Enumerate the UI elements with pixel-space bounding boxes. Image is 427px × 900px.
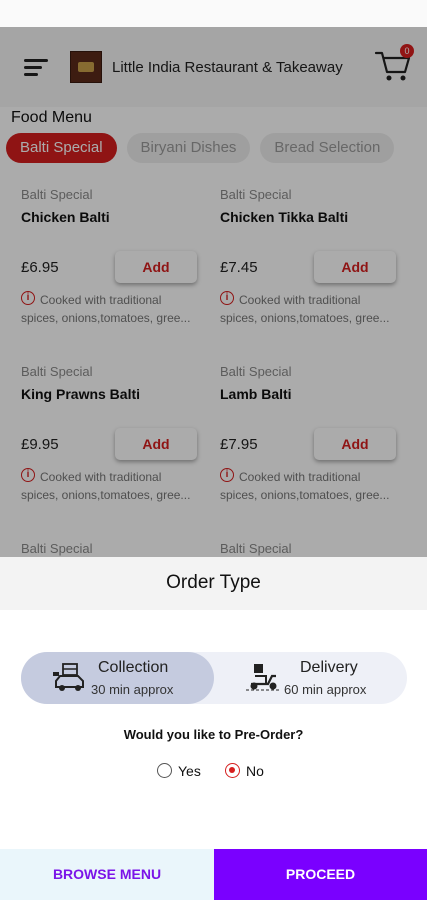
app-root: Little India Restaurant & Takeaway 0 Foo… [0,0,427,900]
dim-overlay[interactable] [0,27,427,557]
delivery-time: 60 min approx [284,682,367,697]
sheet-header: Order Type [0,557,427,610]
browse-menu-button[interactable]: BROWSE MENU [0,849,214,900]
radio-label: No [246,763,264,779]
order-type-sheet: Order Type Collection 30 min approx Deli… [0,557,427,900]
radio-label: Yes [178,763,201,779]
preorder-question: Would you like to Pre-Order? [123,727,304,742]
radio-circle[interactable] [225,763,240,778]
order-type-title: Order Type [166,572,261,593]
delivery-label: Delivery [300,659,358,676]
sheet-footer: BROWSE MENU PROCEED [0,849,427,900]
collection-option[interactable]: Collection 30 min approx [21,652,214,704]
order-type-selector: Collection 30 min approx Delivery 60 min… [21,652,407,704]
collection-time: 30 min approx [91,682,174,697]
radio-circle[interactable] [157,763,172,778]
status-bar [0,0,427,27]
collection-icon [53,663,84,691]
collection-label: Collection [98,659,169,676]
proceed-button[interactable]: PROCEED [214,849,427,900]
delivery-scooter-icon [246,664,280,691]
delivery-option[interactable]: Delivery 60 min approx [214,652,407,704]
